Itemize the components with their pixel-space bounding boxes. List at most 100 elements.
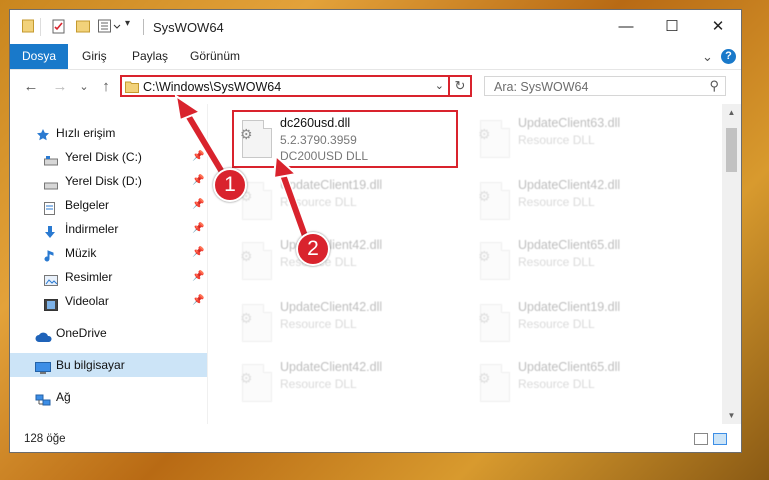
minimize-button[interactable]: — (603, 10, 649, 44)
pin-icon[interactable]: 📌 (192, 145, 204, 169)
pictures-icon (44, 271, 58, 286)
download-icon (44, 223, 57, 238)
file-item[interactable]: ⚙ UpdateClient65.dll Resource DLL (470, 356, 700, 414)
search-placeholder: Ara: SysWOW64 (494, 80, 589, 94)
sidebar-item-label: Videolar (65, 294, 109, 308)
file-name: UpdateClient42.dll (518, 178, 621, 192)
title-bar: ▾ SysWOW64 — ☐ ✕ (10, 10, 741, 44)
sidebar-item-label: Resimler (65, 270, 113, 284)
sidebar-item-local-disk-d[interactable]: Yerel Disk (D:) 📌 (10, 169, 207, 193)
pin-icon[interactable]: 📌 (192, 169, 204, 193)
search-input[interactable]: Ara: SysWOW64 ⚲ (484, 76, 726, 96)
ribbon: Dosya Giriş Paylaş Görünüm ⌄ ? (10, 44, 741, 70)
file-name: UpdateClient19.dll (280, 178, 383, 192)
explorer-window: ▾ SysWOW64 — ☐ ✕ Dosya Giriş Paylaş Görü… (10, 10, 741, 452)
navigation-bar: ← → ⌄ ↑ C:\Windows\SysWOW64 ⌄ ↻ Ara: Sys… (10, 70, 741, 104)
tab-home[interactable]: Giriş (82, 44, 107, 69)
file-item[interactable]: ⚙ UpdateClient19.dll Resource DLL (470, 296, 700, 354)
address-dropdown-icon[interactable]: ⌄ (435, 79, 444, 92)
sidebar-item-quick-access[interactable]: Hızlı erişim (10, 121, 207, 145)
documents-icon (44, 199, 57, 215)
gear-icon: ⚙ (240, 310, 253, 326)
search-icon[interactable]: ⚲ (709, 78, 719, 94)
help-icon[interactable]: ? (721, 49, 736, 64)
status-bar: 128 öğe (10, 428, 741, 452)
star-icon (36, 126, 49, 141)
gear-icon: ⚙ (478, 188, 491, 204)
address-bar[interactable]: C:\Windows\SysWOW64 ⌄ (120, 75, 472, 97)
sidebar-item-label: OneDrive (56, 326, 107, 340)
file-name: UpdateClient63.dll (518, 116, 621, 130)
sidebar-item-videos[interactable]: Videolar 📌 (10, 289, 207, 313)
up-button[interactable]: ↑ (96, 77, 116, 97)
pin-icon[interactable]: 📌 (192, 265, 204, 289)
file-description: Resource DLL (518, 377, 595, 391)
file-highlight-box (232, 110, 458, 168)
file-description: Resource DLL (518, 133, 595, 147)
scroll-thumb[interactable] (726, 128, 737, 172)
scroll-down-icon[interactable]: ▼ (722, 407, 741, 424)
file-name: UpdateClient65.dll (518, 360, 621, 374)
sidebar-item-label: Müzik (65, 246, 97, 260)
recent-locations-button[interactable]: ⌄ (74, 77, 94, 97)
pin-icon[interactable]: 📌 (192, 193, 204, 217)
maximize-button[interactable]: ☐ (649, 10, 695, 44)
pin-icon[interactable]: 📌 (192, 289, 204, 313)
close-button[interactable]: ✕ (695, 10, 741, 44)
sidebar-item-downloads[interactable]: İndirmeler 📌 (10, 217, 207, 241)
item-count: 128 öğe (24, 433, 66, 445)
details-view-icon[interactable] (694, 433, 708, 445)
file-item[interactable]: ⚙ UpdateClient42.dll Resource DLL (232, 356, 462, 414)
gear-icon: ⚙ (240, 248, 253, 264)
sidebar-item-documents[interactable]: Belgeler 📌 (10, 193, 207, 217)
tab-view[interactable]: Görünüm (190, 44, 240, 69)
properties-icon[interactable] (52, 19, 66, 35)
file-description: Resource DLL (518, 255, 595, 269)
drive-icon (44, 175, 58, 190)
file-item[interactable]: ⚙ UpdateClient42.dll Resource DLL (232, 296, 462, 354)
customize-toolbar-icon[interactable] (98, 19, 122, 35)
drive-icon (44, 151, 58, 166)
file-item[interactable]: ⚙ UpdateClient42.dll Resource DLL (232, 234, 462, 292)
refresh-button[interactable]: ↻ (448, 75, 472, 97)
tab-file[interactable]: Dosya (10, 44, 68, 69)
ribbon-expand-icon[interactable]: ⌄ (702, 44, 713, 69)
sidebar-item-label: Yerel Disk (D:) (65, 174, 142, 188)
file-description: Resource DLL (280, 317, 357, 331)
videos-icon (44, 295, 58, 311)
network-icon (35, 391, 51, 406)
file-item[interactable]: ⚙ UpdateClient63.dll Resource DLL (470, 112, 700, 170)
sidebar-item-label: Yerel Disk (C:) (65, 150, 142, 164)
file-item[interactable]: ⚙ UpdateClient65.dll Resource DLL (470, 234, 700, 292)
gear-icon: ⚙ (478, 310, 491, 326)
new-folder-icon[interactable] (76, 19, 91, 35)
tab-share[interactable]: Paylaş (132, 44, 168, 69)
sidebar-item-label: İndirmeler (65, 222, 119, 236)
pin-icon[interactable]: 📌 (192, 217, 204, 241)
sidebar-item-label: Belgeler (65, 198, 110, 212)
file-description: Resource DLL (518, 195, 595, 209)
file-name: UpdateClient65.dll (518, 238, 621, 252)
large-icons-view-icon[interactable] (713, 433, 727, 445)
sidebar-item-network[interactable]: Ağ (10, 385, 207, 409)
vertical-scrollbar[interactable]: ▲ ▼ (722, 104, 741, 424)
file-item[interactable]: ⚙ UpdateClient42.dll Resource DLL (470, 174, 700, 232)
file-item[interactable]: ⚙ UpdateClient19.dll Resource DLL (232, 174, 462, 232)
gear-icon: ⚙ (478, 370, 491, 386)
pin-icon[interactable]: 📌 (192, 241, 204, 265)
sidebar-item-pictures[interactable]: Resimler 📌 (10, 265, 207, 289)
sidebar-item-music[interactable]: Müzik 📌 (10, 241, 207, 265)
quick-access-dropdown-icon[interactable]: ▾ (125, 18, 130, 34)
sidebar-item-local-disk-c[interactable]: Yerel Disk (C:) 📌 (10, 145, 207, 169)
back-button[interactable]: ← (21, 77, 41, 97)
sidebar-item-onedrive[interactable]: OneDrive (10, 321, 207, 345)
computer-icon (35, 359, 51, 374)
callout-badge-1: 1 (213, 168, 247, 202)
address-path: C:\Windows\SysWOW64 (143, 80, 282, 94)
folder-icon (22, 19, 36, 35)
sidebar-item-this-pc[interactable]: Bu bilgisayar (10, 353, 207, 377)
gear-icon: ⚙ (240, 370, 253, 386)
gear-icon: ⚙ (478, 126, 491, 142)
scroll-up-icon[interactable]: ▲ (722, 104, 741, 121)
forward-button[interactable]: → (50, 77, 70, 97)
